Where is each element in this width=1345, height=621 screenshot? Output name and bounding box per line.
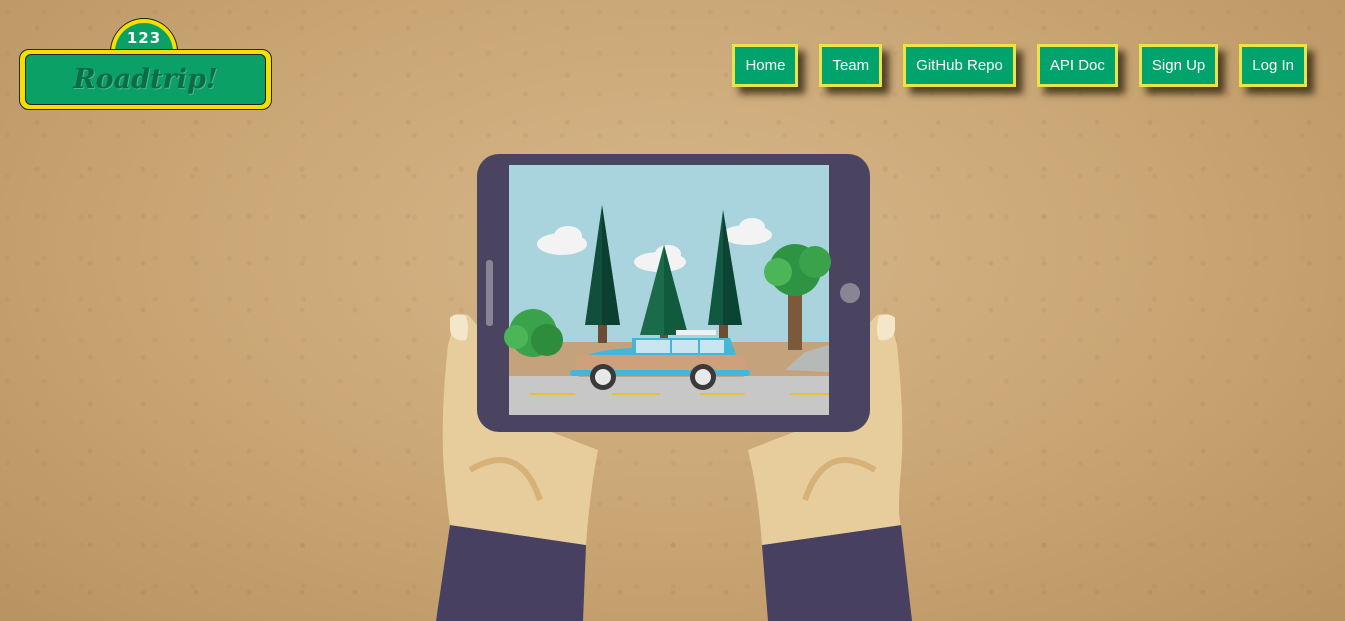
tablet-side-button <box>486 260 493 326</box>
logo-text: Roadtrip! <box>73 64 218 95</box>
logo-sign: Roadtrip! <box>19 49 272 110</box>
nav-api-doc-button[interactable]: API Doc <box>1036 44 1118 87</box>
tablet-home-button <box>840 283 860 303</box>
main-nav: Home Team GitHub Repo API Doc Sign Up Lo… <box>732 44 1307 87</box>
nav-github-repo-button[interactable]: GitHub Repo <box>903 44 1016 87</box>
logo-sign-inner: Roadtrip! <box>25 54 266 105</box>
nav-sign-up-button[interactable]: Sign Up <box>1138 44 1219 87</box>
nav-home-button[interactable]: Home <box>732 44 799 87</box>
logo-badge-text: 123 <box>126 29 162 47</box>
tablet-screen <box>504 165 831 415</box>
site-logo[interactable]: 123 Roadtrip! <box>19 19 272 111</box>
nav-team-button[interactable]: Team <box>819 44 883 87</box>
nav-log-in-button[interactable]: Log In <box>1239 44 1307 87</box>
